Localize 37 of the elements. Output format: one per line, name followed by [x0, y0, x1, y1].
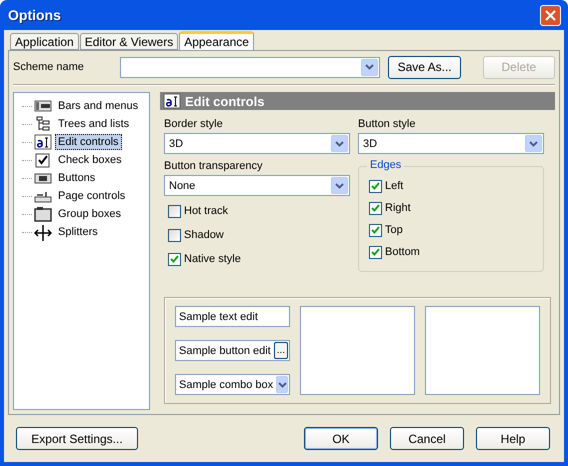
checkbox-label: Left [385, 180, 404, 192]
field-label: Border style [164, 118, 224, 130]
tree-item[interactable]: Edit controls [55, 134, 122, 150]
field-label: Scheme name [13, 61, 85, 73]
dialog-button[interactable]: Export Settings... [16, 427, 138, 450]
button-style-dropdown[interactable]: 3D [358, 133, 544, 154]
window-title: Options [8, 7, 61, 23]
tree-item[interactable]: Bars and menus [55, 98, 142, 114]
tree-item[interactable]: Check boxes [55, 152, 125, 168]
scheme-button[interactable]: Save As... [388, 56, 461, 78]
checkbox-label: Hot track [184, 205, 228, 217]
field-label: Button style [358, 118, 416, 130]
border-style-dropdown[interactable]: 3D [164, 133, 350, 154]
sample-text-field[interactable]: Sample text edit [175, 306, 290, 327]
checkbox-label: Native style [184, 253, 241, 265]
checkbox-label: Shadow [184, 229, 224, 241]
transparency-dropdown[interactable]: None [164, 175, 350, 196]
ellipsis-button[interactable]: ... [274, 342, 288, 359]
tree-item[interactable]: Splitters [55, 224, 101, 240]
dialog-button[interactable]: OK [304, 427, 378, 450]
tree-item[interactable]: Trees and lists [55, 116, 132, 132]
tree-item[interactable]: Group boxes [55, 206, 124, 222]
group-title: Edges [367, 159, 404, 171]
dialog-button[interactable]: Cancel [390, 427, 464, 450]
tree-item[interactable]: Buttons [55, 170, 98, 186]
tab[interactable]: Editor & Viewers [80, 33, 178, 50]
sample-combo-box[interactable]: Sample combo box [175, 374, 290, 395]
tab[interactable]: Application [10, 33, 79, 50]
checkbox-label: Bottom [385, 246, 420, 258]
checkbox-label: Top [385, 224, 403, 236]
checkbox-label: Right [385, 202, 411, 214]
dialog-button[interactable]: Help [476, 427, 550, 450]
section-title: Edit controls [185, 94, 264, 108]
field-label: Button transparency [164, 160, 264, 172]
tree-item[interactable]: Page controls [55, 188, 128, 204]
sample-button-field[interactable]: Sample button edit ... [175, 340, 290, 361]
tab[interactable]: Appearance [179, 31, 254, 50]
